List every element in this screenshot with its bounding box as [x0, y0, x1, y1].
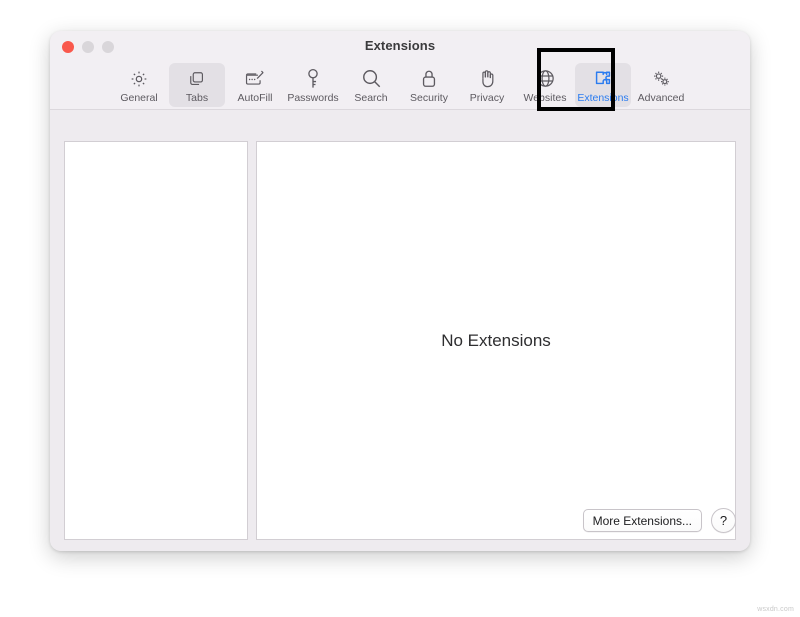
extensions-detail-panel: No Extensions [256, 141, 736, 540]
globe-icon [535, 67, 556, 90]
hand-icon [478, 67, 497, 90]
preferences-toolbar: General Tabs AutoFill Passwords Search S… [50, 62, 750, 110]
toolbar-item-label: General [120, 92, 158, 104]
extensions-preferences-window: Extensions General Tabs AutoFill Passwor… [50, 31, 750, 551]
toolbar-item-label: Advanced [637, 92, 685, 104]
toolbar-item-label: Tabs [185, 92, 209, 104]
help-button[interactable]: ? [711, 508, 736, 533]
gear-icon [129, 67, 149, 90]
toolbar-item-label: Search [354, 92, 388, 104]
toolbar-item-security[interactable]: Security [401, 63, 457, 107]
toolbar-item-label: Security [410, 92, 448, 104]
extensions-list-panel[interactable] [64, 141, 248, 540]
magnifier-icon [361, 67, 382, 90]
no-extensions-message: No Extensions [441, 330, 551, 350]
toolbar-item-websites[interactable]: Websites [517, 63, 573, 107]
autofill-icon [244, 67, 266, 90]
more-extensions-button[interactable]: More Extensions... [582, 509, 702, 532]
toolbar-item-passwords[interactable]: Passwords [285, 63, 341, 107]
key-icon [304, 67, 322, 90]
extensions-content: No Extensions More Extensions... ? [50, 110, 750, 551]
window-titlebar: Extensions [50, 31, 750, 62]
lock-icon [420, 67, 438, 90]
window-title: Extensions [364, 38, 436, 53]
toolbar-item-label: Passwords [287, 92, 339, 104]
toolbar-item-advanced[interactable]: Advanced [633, 63, 689, 107]
toolbar-item-general[interactable]: General [111, 63, 167, 107]
toolbar-item-label: AutoFill [237, 92, 273, 104]
puzzle-icon [592, 67, 614, 90]
extensions-footer: More Extensions... ? [50, 504, 750, 551]
toolbar-item-tabs[interactable]: Tabs [169, 63, 225, 107]
toolbar-item-search[interactable]: Search [343, 63, 399, 107]
toolbar-item-extensions[interactable]: Extensions [575, 63, 631, 107]
toolbar-item-label: Websites [523, 92, 567, 104]
toolbar-item-autofill[interactable]: AutoFill [227, 63, 283, 107]
tabs-icon [187, 67, 207, 90]
toolbar-item-privacy[interactable]: Privacy [459, 63, 515, 107]
toolbar-item-label: Privacy [469, 92, 505, 104]
watermark: wsxdn.com [757, 606, 794, 613]
gears-icon [650, 67, 672, 90]
toolbar-item-label: Extensions [577, 92, 629, 104]
